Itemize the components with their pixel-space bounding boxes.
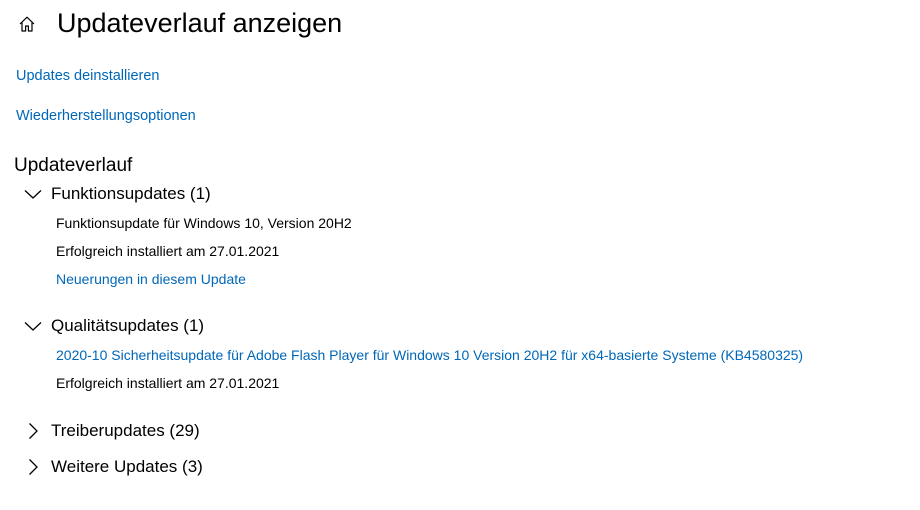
update-name-link[interactable]: 2020-10 Sicherheitsupdate für Adobe Flas… xyxy=(56,345,803,365)
category-quality-updates[interactable]: Qualitätsupdates (1) xyxy=(22,314,204,338)
category-label: Weitere Updates (3) xyxy=(51,457,203,476)
category-label: Funktionsupdates (1) xyxy=(51,184,211,203)
category-other-updates[interactable]: Weitere Updates (3) xyxy=(22,455,203,479)
category-label: Qualitätsupdates (1) xyxy=(51,316,205,335)
recovery-options-link[interactable]: Wiederherstellungsoptionen xyxy=(16,106,196,126)
chevron-down-icon xyxy=(22,183,44,205)
home-icon xyxy=(19,16,35,32)
update-status: Erfolgreich installiert am 27.01.2021 xyxy=(56,375,280,391)
uninstall-updates-link[interactable]: Updates deinstallieren xyxy=(16,66,159,86)
update-name: Funktionsupdate für Windows 10, Version … xyxy=(56,215,352,231)
chevron-down-icon xyxy=(22,315,44,337)
chevron-right-icon xyxy=(22,456,44,478)
section-title-update-history: Updateverlauf xyxy=(14,155,133,176)
category-feature-updates[interactable]: Funktionsupdates (1) xyxy=(22,182,211,206)
category-label: Treiberupdates (29) xyxy=(51,421,200,440)
update-status: Erfolgreich installiert am 27.01.2021 xyxy=(56,243,280,259)
header xyxy=(14,4,40,44)
category-driver-updates[interactable]: Treiberupdates (29) xyxy=(22,419,200,443)
page-title: Updateverlauf anzeigen xyxy=(57,8,343,38)
whats-new-link[interactable]: Neuerungen in diesem Update xyxy=(56,269,246,289)
update-history-page: Updateverlauf anzeigen Updates deinstall… xyxy=(0,0,920,510)
home-button[interactable] xyxy=(14,11,40,37)
chevron-right-icon xyxy=(22,420,44,442)
